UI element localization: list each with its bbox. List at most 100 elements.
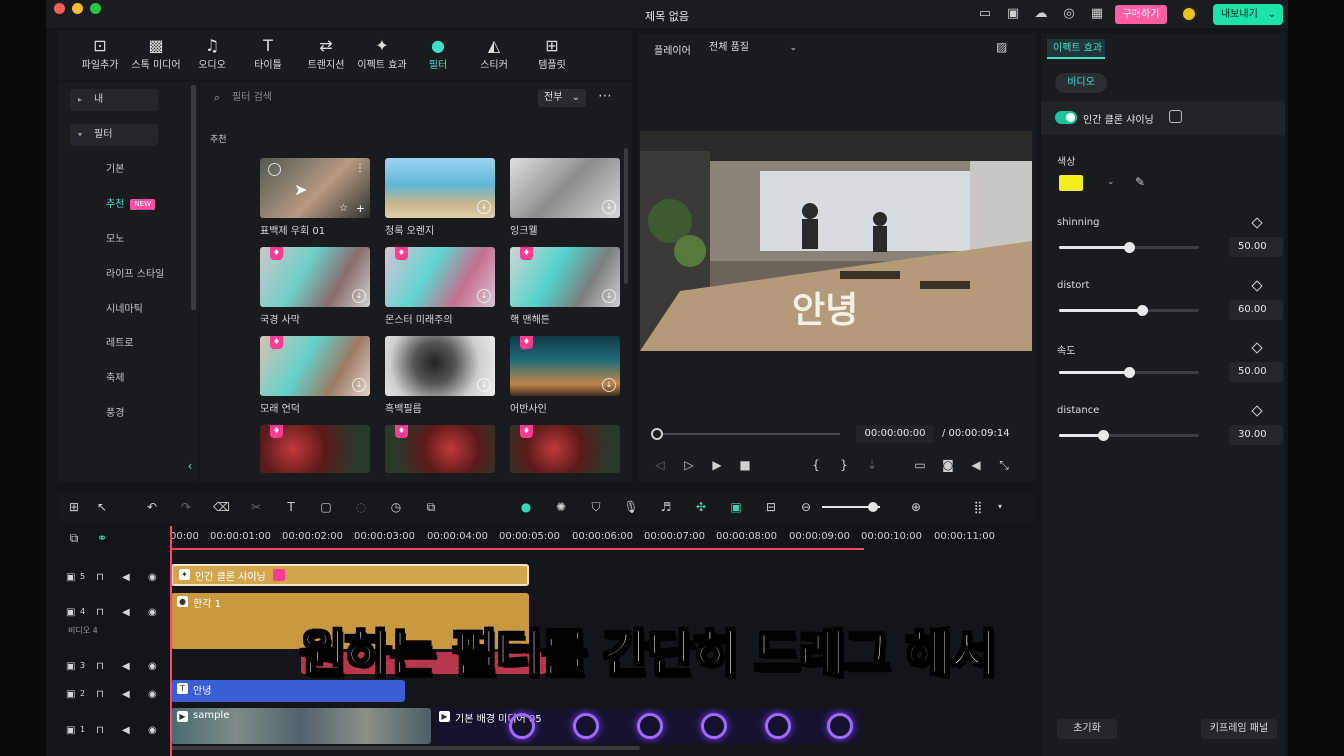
cloud-icon[interactable]: ☁: [1032, 6, 1050, 22]
effect-clip[interactable]: ✦ 인간 클론 샤이닝: [171, 564, 529, 586]
camera-snapshot-icon[interactable]: ◙: [940, 457, 956, 473]
sidebar-group-mine[interactable]: ▸ 내: [70, 89, 158, 111]
speaker-icon[interactable]: ◀: [122, 725, 130, 736]
zoom-in-icon[interactable]: ⊕: [908, 499, 924, 515]
reset-button[interactable]: 초기화: [1057, 719, 1117, 739]
distance-value[interactable]: 30.00: [1229, 425, 1283, 445]
caret-down-icon[interactable]: ▾: [992, 499, 1008, 515]
eye-icon[interactable]: ◉: [148, 661, 157, 672]
download-icon[interactable]: ↓: [477, 200, 491, 214]
tab-import[interactable]: ⊡ 파일추가: [72, 36, 128, 78]
filter-thumb-monster-futurism[interactable]: ♦ ↓: [385, 247, 495, 307]
lock-icon[interactable]: ⊓: [96, 572, 104, 583]
tab-effects-properties[interactable]: 이펙트 효과: [1047, 39, 1105, 59]
link-icon[interactable]: ⚭: [94, 530, 110, 546]
eye-icon[interactable]: ◉: [148, 607, 157, 618]
eye-icon[interactable]: ◉: [148, 572, 157, 583]
more-options-icon[interactable]: ⋯: [598, 88, 614, 104]
sidebar-item-lifestyle[interactable]: 라이프 스타일: [58, 264, 199, 286]
favorite-star-icon[interactable]: ☆: [339, 203, 348, 214]
keyframe-diamond-icon[interactable]: [1251, 217, 1263, 229]
delete-trash-icon[interactable]: ⌫: [213, 499, 230, 515]
distance-slider[interactable]: [1059, 430, 1199, 441]
distort-slider[interactable]: [1059, 305, 1199, 316]
timeline-ruler[interactable]: 00:00 00:00:01:00 00:00:02:00 00:00:03:0…: [170, 525, 1036, 549]
download-icon[interactable]: ↓: [352, 289, 366, 303]
lock-icon[interactable]: ⊓: [96, 661, 104, 672]
filter-thumb-nuclear-manhattan[interactable]: ♦ ↓: [510, 247, 620, 307]
tab-audio[interactable]: ♫ 오디오: [184, 36, 240, 78]
mark-out-icon[interactable]: }: [836, 457, 852, 473]
filter-thumb-partial[interactable]: ♦: [510, 425, 620, 473]
grid-scrollbar[interactable]: [624, 148, 628, 284]
grid-apps-icon[interactable]: ▦: [1088, 6, 1106, 22]
slider-thumb[interactable]: [1098, 430, 1109, 441]
ai-tool-icon[interactable]: ⧉: [423, 499, 439, 515]
filter-thumb-bleach-bypass[interactable]: ⋮ ☆ + ➤: [260, 158, 370, 218]
zoom-out-icon[interactable]: ⊖: [798, 499, 814, 515]
stop-icon[interactable]: ■: [737, 457, 753, 473]
keyframe-diamond-icon[interactable]: [1251, 405, 1263, 417]
zoom-slider-thumb[interactable]: [868, 502, 878, 512]
color-tool-icon[interactable]: ◌: [353, 499, 369, 515]
speed-slider[interactable]: [1059, 367, 1199, 378]
eyedropper-icon[interactable]: ✎: [1135, 175, 1145, 189]
eye-icon[interactable]: ◉: [148, 689, 157, 700]
headset-icon[interactable]: ◎: [1060, 6, 1078, 22]
speed-timer-icon[interactable]: ◷: [388, 499, 404, 515]
shinning-value[interactable]: 50.00: [1229, 237, 1283, 257]
lock-icon[interactable]: ⊓: [96, 607, 104, 618]
ai-smart-icon[interactable]: ●: [518, 499, 534, 515]
speaker-icon[interactable]: ◀: [122, 572, 130, 583]
filter-thumb-partial[interactable]: ♦: [260, 425, 370, 473]
undo-icon[interactable]: ↶: [144, 499, 160, 515]
timeline-scrollbar[interactable]: [170, 746, 640, 750]
sidebar-item-cinematic[interactable]: 시네마틱: [58, 299, 199, 321]
playhead[interactable]: [170, 526, 172, 756]
layout-icon[interactable]: ▭: [976, 6, 994, 22]
filter-thumb-border-desert[interactable]: ♦ ↓: [260, 247, 370, 307]
fullscreen-icon[interactable]: ⤡: [996, 457, 1012, 473]
speaker-icon[interactable]: ◀: [122, 607, 130, 618]
lock-icon[interactable]: ⊓: [96, 725, 104, 736]
download-icon[interactable]: ↓: [602, 289, 616, 303]
search-input[interactable]: ⌕ 필터 검색: [210, 87, 520, 109]
zoom-slider[interactable]: [822, 502, 880, 512]
sidebar-item-mono[interactable]: 모노: [58, 229, 199, 251]
select-pointer-icon[interactable]: ↖: [94, 499, 110, 515]
sidebar-scrollbar[interactable]: [191, 85, 196, 310]
speaker-icon[interactable]: ◀: [122, 689, 130, 700]
keyframe-diamond-icon[interactable]: [1251, 342, 1263, 354]
tab-templates[interactable]: ⊞ 템플릿: [524, 36, 580, 78]
sidebar-item-landscape[interactable]: 풍경: [58, 403, 199, 425]
tab-stickers[interactable]: ◭ 스티커: [466, 36, 522, 78]
lock-icon[interactable]: ⊓: [96, 689, 104, 700]
keyframe-diamond-icon[interactable]: [1251, 280, 1263, 292]
download-icon[interactable]: ↓: [477, 289, 491, 303]
filter-thumb-sand-dune[interactable]: ♦ ↓: [260, 336, 370, 396]
chevron-down-icon[interactable]: ⌄: [1107, 177, 1115, 187]
tab-player[interactable]: 플레이어: [654, 42, 691, 57]
fit-timeline-icon[interactable]: ⊟: [763, 499, 779, 515]
scrubber-knob[interactable]: [651, 428, 663, 440]
video-button[interactable]: 비디오: [1055, 73, 1107, 93]
scope-dropdown[interactable]: 전부 ⌄: [538, 89, 586, 107]
mark-in-icon[interactable]: {: [808, 457, 824, 473]
sidebar-item-festival[interactable]: 축제: [58, 368, 199, 390]
filter-thumb-urban-sign[interactable]: ♦ ↓: [510, 336, 620, 396]
step-play-icon[interactable]: ▷: [681, 457, 697, 473]
snapshot-image-icon[interactable]: ▨: [996, 40, 1014, 54]
cut-scissors-icon[interactable]: ✂: [248, 499, 264, 515]
filter-thumb-partial[interactable]: ♦: [385, 425, 495, 473]
slider-thumb[interactable]: [1124, 242, 1135, 253]
tab-filters[interactable]: ● 필터: [410, 36, 466, 78]
quality-dropdown[interactable]: 전체 품질 ⌄: [703, 39, 803, 57]
effect-enable-toggle[interactable]: [1055, 111, 1077, 124]
filter-thumb-inkwell[interactable]: ↓: [510, 158, 620, 218]
collapse-sidebar-icon[interactable]: ‹: [182, 458, 198, 474]
speed-value[interactable]: 50.00: [1229, 362, 1283, 382]
filter-thumb-bw-film[interactable]: ↓: [385, 336, 495, 396]
download-icon[interactable]: ↓: [352, 378, 366, 392]
speaker-icon[interactable]: ◀: [122, 661, 130, 672]
slider-thumb[interactable]: [1124, 367, 1135, 378]
